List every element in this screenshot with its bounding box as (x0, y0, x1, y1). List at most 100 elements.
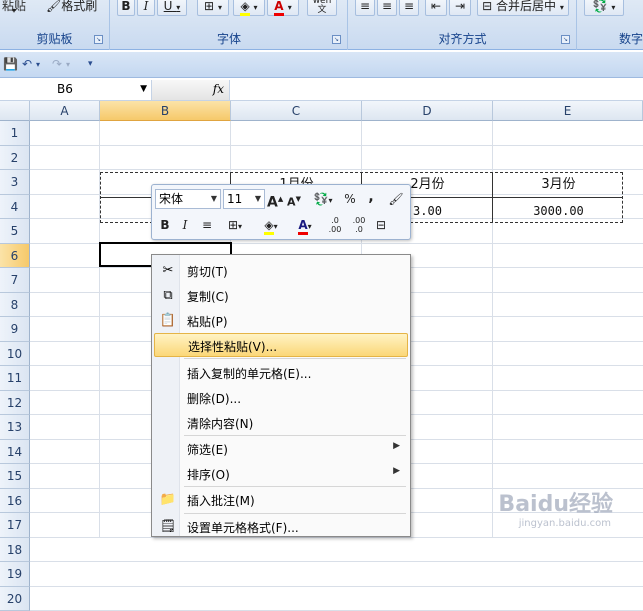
chevron-down-icon[interactable]: ▼ (211, 190, 217, 208)
underline-button[interactable]: U ▾ (157, 0, 187, 16)
row-header[interactable]: 15 (0, 464, 30, 489)
row-header[interactable]: 7 (0, 268, 30, 293)
row-header[interactable]: 1 (0, 121, 30, 146)
fill-color-button[interactable]: ◈ ▾ (233, 0, 265, 16)
font-size-combo[interactable]: 11 ▼ (223, 189, 265, 209)
column-header-a[interactable]: A (30, 101, 100, 121)
percent-button[interactable]: % (342, 190, 358, 210)
italic-button[interactable]: I (177, 216, 193, 236)
italic-button[interactable]: I (137, 0, 155, 16)
mini-toolbar: 宋体 ▼ 11 ▼ A▲ A▼ 💱▾ % , 🖌 B I ≡ ⊞▾ ◈▾ A▾ … (151, 184, 411, 240)
row-header[interactable]: 14 (0, 440, 30, 464)
row-header[interactable]: 16 (0, 489, 30, 513)
align-right-button[interactable]: ≡ (399, 0, 419, 16)
font-color-button[interactable]: A ▾ (267, 0, 299, 16)
font-color-button[interactable]: A▾ (290, 216, 320, 236)
comma-style-button[interactable]: , (364, 188, 378, 208)
column-header-d[interactable]: D (362, 101, 493, 121)
paste-dropdown-icon[interactable]: ▾ (12, 6, 16, 15)
formula-bar: B6 ▼ fx (0, 79, 643, 101)
accounting-button[interactable]: 💱▾ (308, 190, 338, 210)
watermark-url: jingyan.baidu.com (518, 518, 611, 529)
clipboard-launcher-icon[interactable]: ↘ (94, 35, 103, 44)
font-name-combo[interactable]: 宋体 ▼ (155, 189, 221, 209)
redo-icon[interactable]: ↷ (52, 57, 62, 71)
format-painter-icon[interactable]: 🖌 (386, 190, 406, 210)
row-header[interactable]: 10 (0, 342, 30, 366)
menu-item-delete[interactable]: 删除(D)... (154, 386, 408, 410)
grow-font-button[interactable]: A▲ (267, 190, 283, 211)
save-icon[interactable]: 💾 (3, 57, 18, 71)
bold-button[interactable]: B (117, 0, 135, 16)
menu-item-copy[interactable]: ⧉ 复制(C) (154, 284, 408, 308)
row-header[interactable]: 5 (0, 219, 30, 244)
customize-toolbar-icon[interactable]: ▾ (88, 59, 93, 69)
row-header[interactable]: 17 (0, 513, 30, 538)
accounting-format-button[interactable]: 💱 ▾ (584, 0, 624, 16)
row-header[interactable]: 3 (0, 170, 30, 195)
chevron-down-icon[interactable]: ▼ (255, 190, 261, 208)
increase-indent-button[interactable]: ⇥ (449, 0, 471, 16)
merge-cells-button[interactable]: ⊟ (372, 216, 390, 236)
align-center-button[interactable]: ≡ (377, 0, 397, 16)
bold-button[interactable]: B (157, 216, 173, 236)
redo-dropdown-icon[interactable]: ▾ (66, 60, 70, 69)
row-header[interactable]: 9 (0, 317, 30, 342)
menu-item-insert-copied-cells[interactable]: 插入复制的单元格(E)... (154, 361, 408, 385)
shrink-font-button[interactable]: A▼ (286, 190, 302, 210)
row-header[interactable]: 18 (0, 538, 30, 562)
menu-item-label: 筛选(E) (187, 443, 228, 457)
menu-item-paste-special[interactable]: 选择性粘贴(V)... (154, 333, 408, 357)
format-painter-button[interactable]: 🖌格式刷 (46, 0, 97, 14)
insert-function-icon[interactable]: fx (213, 82, 224, 96)
borders-button[interactable]: ⊞ ▾ (197, 0, 229, 16)
decrease-indent-button[interactable]: ⇤ (425, 0, 447, 16)
align-left-button[interactable]: ≡ (355, 0, 375, 16)
cell-e3[interactable]: 3月份 (493, 173, 624, 197)
row-header[interactable]: 13 (0, 415, 30, 440)
increase-decimal-button[interactable]: .0 .00 (324, 216, 346, 236)
underline-label: U (163, 0, 173, 13)
fill-color-button[interactable]: ◈▾ (256, 216, 286, 236)
row-header[interactable]: 8 (0, 293, 30, 317)
row-header[interactable]: 11 (0, 366, 30, 391)
menu-item-filter[interactable]: 筛选(E) ▶ (154, 437, 408, 461)
alignment-group: ≡ ≡ ≡ ⇤ ⇥ ⊟ 合并后居中 ▾ 对齐方式 ↘ (349, 0, 577, 50)
menu-item-paste[interactable]: 📋 粘贴(P) (154, 309, 408, 333)
merge-center-button[interactable]: ⊟ 合并后居中 ▾ (477, 0, 569, 16)
column-header-b[interactable]: B (100, 101, 231, 121)
menu-item-clear-contents[interactable]: 清除内容(N) (154, 411, 408, 435)
scissors-icon: ✂ (162, 263, 174, 278)
menu-item-label: 排序(O) (187, 468, 230, 482)
column-header-e[interactable]: E (493, 101, 643, 121)
borders-button[interactable]: ⊞▾ (220, 216, 250, 236)
chevron-down-icon[interactable]: ▼ (140, 80, 147, 99)
column-header-c[interactable]: C (231, 101, 362, 121)
name-box[interactable]: B6 ▼ (0, 80, 152, 100)
menu-item-insert-comment[interactable]: 📁 插入批注(M) (154, 488, 408, 512)
select-all-corner[interactable] (0, 101, 30, 121)
align-center-button[interactable]: ≡ (198, 216, 216, 236)
row-header[interactable]: 6 (0, 244, 30, 268)
row-header[interactable]: 4 (0, 195, 30, 219)
formula-input[interactable] (231, 80, 643, 100)
row-header[interactable]: 12 (0, 391, 30, 415)
decrease-indent-icon: ⇤ (430, 0, 442, 13)
phonetic-button[interactable]: wén 文 (307, 0, 337, 16)
undo-dropdown-icon[interactable]: ▾ (36, 60, 40, 69)
menu-item-label: 插入批注(M) (187, 494, 255, 508)
row-header[interactable]: 19 (0, 562, 30, 587)
row-header[interactable]: 2 (0, 146, 30, 170)
decrease-decimal-button[interactable]: .00 .0 (348, 216, 370, 236)
chevron-down-icon: ▾ (176, 3, 181, 12)
alignment-launcher-icon[interactable]: ↘ (561, 35, 570, 44)
chevron-down-icon: ▾ (287, 3, 292, 12)
cell-e4[interactable]: 3000.00 (493, 199, 624, 223)
row-header[interactable]: 20 (0, 587, 30, 611)
undo-icon[interactable]: ↶ (22, 57, 32, 71)
menu-item-format-cells[interactable]: 🗒 设置单元格格式(F)... (154, 515, 408, 539)
font-launcher-icon[interactable]: ↘ (332, 35, 341, 44)
menu-item-cut[interactable]: ✂ 剪切(T) (154, 259, 408, 283)
grow-font-label: A (267, 194, 278, 211)
menu-item-sort[interactable]: 排序(O) ▶ (154, 462, 408, 486)
